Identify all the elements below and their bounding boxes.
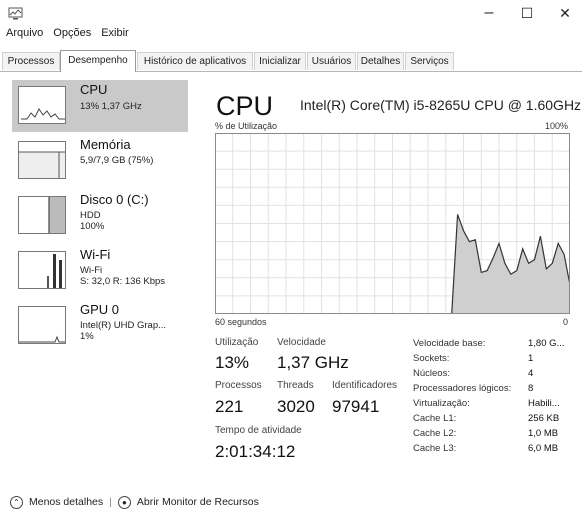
sidebar-item-detail: 13% 1,37 GHz: [80, 101, 142, 112]
tab-inicializar[interactable]: Inicializar: [254, 52, 306, 70]
tab-desempenho[interactable]: Desempenho: [60, 50, 136, 72]
spec-value: 4: [528, 368, 534, 379]
tempo-label: Tempo de atividade: [215, 425, 302, 436]
sidebar-item-label: Wi-Fi: [80, 247, 111, 262]
cpu-thumbnail: [18, 86, 66, 124]
utilizacao-label: Utilização: [215, 337, 259, 348]
identificadores-value: 97941: [332, 397, 380, 416]
spec-label: Núcleos:: [413, 368, 450, 379]
velocidade-label: Velocidade: [277, 337, 326, 348]
cpu-utilization-graph: [215, 133, 570, 314]
tab-historico[interactable]: Histórico de aplicativos: [137, 52, 253, 70]
processos-label: Processos: [215, 380, 262, 391]
graph-y-max: 100%: [544, 121, 568, 131]
spec-value: 1,0 MB: [528, 428, 559, 439]
cpu-model-name: Intel(R) Core(TM) i5-8265U CPU @ 1.60GHz: [300, 97, 582, 113]
sidebar-item-detail: 5,9/7,9 GB (75%): [80, 155, 154, 166]
spec-label: Velocidade base:: [413, 338, 486, 349]
menu-arquivo[interactable]: Arquivo: [6, 27, 43, 43]
sidebar-item-label: Disco 0 (C:): [80, 192, 149, 207]
minimize-button[interactable]: –: [470, 0, 508, 26]
spec-value: 256 KB: [528, 413, 560, 424]
sidebar-item-wifi[interactable]: Wi-Fi Wi-Fi S: 32,0 R: 136 Kbps: [12, 245, 188, 297]
less-details-link[interactable]: Menos detalhes: [29, 496, 103, 508]
spec-value: 8: [528, 383, 534, 394]
sidebar-item-detail: Intel(R) UHD Grap...: [80, 320, 167, 331]
sidebar-item-detail: 100%: [80, 221, 105, 232]
sidebar-item-cpu[interactable]: CPU 13% 1,37 GHz: [12, 80, 188, 132]
sidebar-item-label: CPU: [80, 82, 108, 97]
tab-detalhes[interactable]: Detalhes: [357, 52, 404, 70]
tab-processos[interactable]: Processos: [2, 52, 60, 70]
tab-servicos[interactable]: Serviços: [405, 52, 454, 70]
spec-value: 1: [528, 353, 534, 364]
sidebar-item-disco[interactable]: Disco 0 (C:) HDD 100%: [12, 190, 188, 242]
tab-strip: Processos Desempenho Histórico de aplica…: [0, 50, 582, 72]
graph-time-end: 0: [562, 317, 568, 327]
resource-monitor-link[interactable]: Abrir Monitor de Recursos: [137, 496, 259, 508]
wifi-thumbnail: [18, 251, 66, 289]
resource-monitor-icon[interactable]: ●: [117, 495, 131, 509]
identificadores-label: Identificadores: [332, 380, 398, 391]
disk-thumbnail: [18, 196, 66, 234]
menu-opcoes[interactable]: Opções: [53, 27, 91, 43]
spec-value: Habili...: [528, 398, 560, 409]
sidebar-item-detail: S: 32,0 R: 136 Kbps: [80, 276, 166, 287]
graph-y-label: % de Utilização: [215, 121, 278, 131]
spec-label: Cache L3:: [413, 443, 457, 454]
spec-label: Processadores lógicos:: [413, 383, 512, 394]
title-bar: – ☐ ✕: [0, 0, 582, 26]
spec-label: Sockets:: [413, 353, 450, 364]
menu-exibir[interactable]: Exibir: [101, 27, 129, 43]
velocidade-value: 1,37 GHz: [277, 353, 349, 372]
sidebar-item-gpu[interactable]: GPU 0 Intel(R) UHD Grap... 1%: [12, 300, 188, 352]
spec-value: 1,80 G...: [528, 338, 565, 349]
sidebar-item-label: Memória: [80, 137, 131, 152]
sidebar-item-detail: Wi-Fi: [80, 265, 103, 276]
footer-bar: ⌃ Menos detalhes | ● Abrir Monitor de Re…: [10, 494, 259, 510]
close-button[interactable]: ✕: [546, 0, 582, 26]
menu-bar: Arquivo Opções Exibir: [6, 27, 129, 43]
processos-value: 221: [215, 397, 244, 416]
gpu-thumbnail: [18, 306, 66, 344]
spec-value: 6,0 MB: [528, 443, 559, 454]
threads-label: Threads: [277, 380, 314, 391]
threads-value: 3020: [277, 397, 315, 416]
footer-separator: |: [109, 496, 112, 508]
sidebar-item-detail: 1%: [80, 331, 94, 342]
chevron-up-icon[interactable]: ⌃: [10, 495, 23, 509]
spec-label: Virtualização:: [413, 398, 470, 409]
tab-usuarios[interactable]: Usuários: [307, 52, 356, 70]
tempo-value: 2:01:34:12: [215, 442, 296, 461]
spec-label: Cache L1:: [413, 413, 457, 424]
page-title: CPU: [216, 91, 274, 121]
spec-label: Cache L2:: [413, 428, 457, 439]
sidebar-item-detail: HDD: [80, 210, 101, 221]
task-manager-icon: [8, 7, 23, 20]
sidebar-item-label: GPU 0: [80, 302, 120, 317]
memory-thumbnail: [18, 141, 66, 179]
sidebar-item-memoria[interactable]: Memória 5,9/7,9 GB (75%): [12, 135, 188, 187]
utilizacao-value: 13%: [215, 353, 250, 372]
graph-time-span: 60 segundos: [215, 317, 267, 327]
maximize-button[interactable]: ☐: [508, 0, 546, 26]
